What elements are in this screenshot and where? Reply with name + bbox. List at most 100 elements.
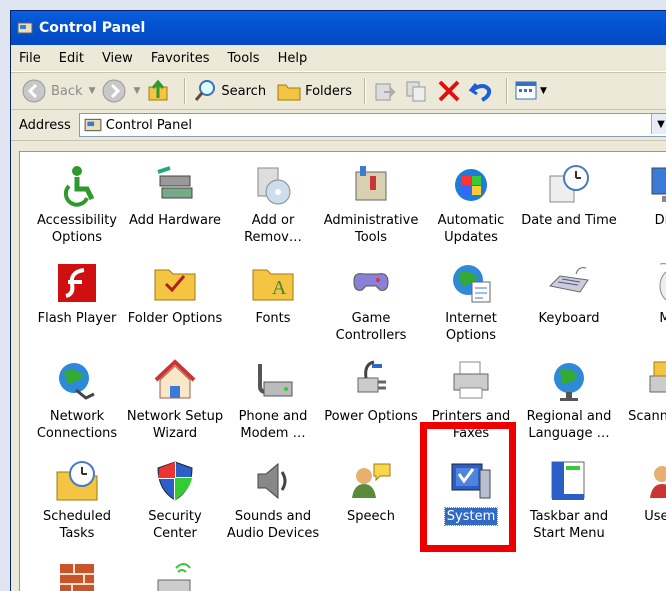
control-panel-item[interactable]: Game Controllers xyxy=(322,260,420,344)
folder-up-icon xyxy=(148,79,168,101)
item-label: Flash Player xyxy=(37,311,117,326)
title-bar[interactable]: Control Panel xyxy=(11,11,666,45)
control-panel-item[interactable]: Accessibility Options xyxy=(28,162,126,246)
item-label: Network Connections xyxy=(36,409,118,441)
flash-icon xyxy=(58,264,96,302)
copy-to-button[interactable] xyxy=(404,78,430,104)
menu-edit[interactable]: Edit xyxy=(59,51,84,66)
admin-tools-icon xyxy=(355,166,387,201)
control-panel-item[interactable]: Mo xyxy=(620,260,666,327)
views-icon xyxy=(515,81,537,100)
item-label: Speech xyxy=(347,509,395,524)
control-panel-item[interactable]: User Ac xyxy=(620,458,666,525)
sounds-icon xyxy=(257,462,287,500)
undo-icon xyxy=(468,83,492,102)
delete-button[interactable] xyxy=(436,78,462,104)
control-panel-item[interactable]: Automatic Updates xyxy=(422,162,520,246)
regional-icon xyxy=(554,363,584,401)
firewall-icon xyxy=(60,564,94,591)
speech-icon xyxy=(352,463,391,498)
toolbar-separator xyxy=(184,78,187,104)
control-panel-item[interactable]: Administrative Tools xyxy=(322,162,420,246)
item-label: Taskbar and Start Menu xyxy=(529,509,609,541)
views-button[interactable]: ▼ xyxy=(514,78,547,104)
window-title: Control Panel xyxy=(39,20,146,36)
search-button[interactable]: Search xyxy=(192,78,266,104)
search-label: Search xyxy=(221,83,267,99)
item-label: Folder Options xyxy=(127,311,223,326)
toolbar: Back ▼ ▼ Search Folders ▼ xyxy=(11,72,666,110)
control-panel-item[interactable]: Scanne Cam xyxy=(620,358,666,425)
folders-icon xyxy=(277,84,301,101)
control-panel-item[interactable]: Network Setup Wizard xyxy=(126,358,224,442)
control-panel-item[interactable]: Regional and Language … xyxy=(520,358,618,442)
menu-file[interactable]: File xyxy=(19,51,41,66)
add-remove-programs-icon xyxy=(257,167,291,205)
security-center-icon xyxy=(157,461,193,501)
item-label: Accessibility Options xyxy=(37,213,117,245)
item-label: Date and Time xyxy=(521,213,617,228)
folders-label: Folders xyxy=(305,83,353,99)
move-to-button[interactable] xyxy=(372,78,398,104)
control-panel-item[interactable] xyxy=(28,556,126,591)
forward-button[interactable]: ▼ xyxy=(101,78,140,104)
user-accounts-icon xyxy=(650,466,666,498)
control-panel-item[interactable]: Add or Remov… xyxy=(224,162,322,246)
control-panel-item[interactable]: Date and Time xyxy=(520,162,618,229)
fonts-icon: A xyxy=(252,269,294,301)
control-panel-item[interactable]: Phone and Modem … xyxy=(224,358,322,442)
views-dropdown-icon[interactable]: ▼ xyxy=(540,86,547,96)
control-panel-item[interactable]: Scheduled Tasks xyxy=(28,458,126,542)
control-panel-item[interactable]: Speech xyxy=(322,458,420,525)
folder-options-icon xyxy=(154,269,196,301)
up-button[interactable] xyxy=(146,78,172,104)
control-panel-item[interactable]: Internet Options xyxy=(422,260,520,344)
control-panel-item[interactable]: Add Hardware xyxy=(126,162,224,229)
annotation-highlight-box xyxy=(420,422,516,552)
address-dropdown-icon[interactable]: ▼ xyxy=(651,114,666,134)
control-panel-item[interactable]: Power Options xyxy=(322,358,420,425)
item-label: Game Controllers xyxy=(335,311,407,343)
item-label: Automatic Updates xyxy=(437,213,505,245)
forward-dropdown-icon[interactable]: ▼ xyxy=(133,86,140,96)
item-label: Phone and Modem … xyxy=(238,409,308,441)
control-panel-item[interactable]: Disp xyxy=(620,162,666,229)
back-label: Back xyxy=(51,83,83,99)
control-panel-item[interactable]: A Fonts xyxy=(224,260,322,327)
phone-modem-icon xyxy=(258,364,293,397)
item-label: Add Hardware xyxy=(128,213,222,228)
address-label: Address xyxy=(19,117,71,133)
control-panel-item[interactable]: Taskbar and Start Menu xyxy=(520,458,618,542)
undo-button[interactable] xyxy=(468,78,494,104)
network-setup-icon xyxy=(154,359,196,399)
control-panel-item[interactable] xyxy=(126,556,224,591)
folders-button[interactable]: Folders xyxy=(276,78,352,104)
control-panel-small-icon xyxy=(84,118,102,132)
toolbar-separator xyxy=(506,78,509,104)
item-label: Add or Remov… xyxy=(244,213,302,245)
menu-help[interactable]: Help xyxy=(278,51,308,66)
icon-view: Accessibility Options Add Hardware Add or … xyxy=(19,151,666,591)
control-panel-item[interactable]: Flash Player xyxy=(28,260,126,327)
address-field[interactable]: Control Panel ▼ xyxy=(78,113,666,137)
printer-icon xyxy=(453,361,489,399)
power-icon xyxy=(357,360,386,393)
date-time-icon xyxy=(549,165,589,203)
back-dropdown-icon[interactable]: ▼ xyxy=(89,86,96,96)
svg-text:A: A xyxy=(272,277,287,299)
item-label: Security Center xyxy=(148,509,202,541)
menu-favorites[interactable]: Favorites xyxy=(151,51,210,66)
game-controller-icon xyxy=(353,273,389,291)
address-value: Control Panel xyxy=(105,117,192,133)
back-button[interactable]: Back ▼ xyxy=(21,78,95,104)
control-panel-item[interactable]: Folder Options xyxy=(126,260,224,327)
control-panel-item[interactable]: Security Center xyxy=(126,458,224,542)
control-panel-item[interactable]: Sounds and Audio Devices xyxy=(224,458,322,542)
control-panel-item[interactable]: Network Connections xyxy=(28,358,126,442)
internet-options-icon xyxy=(453,265,491,303)
item-label: Administrative Tools xyxy=(323,213,419,245)
item-label: Power Options xyxy=(324,409,418,424)
menu-tools[interactable]: Tools xyxy=(228,51,260,66)
menu-view[interactable]: View xyxy=(102,51,133,66)
control-panel-item[interactable]: Keyboard xyxy=(520,260,618,327)
